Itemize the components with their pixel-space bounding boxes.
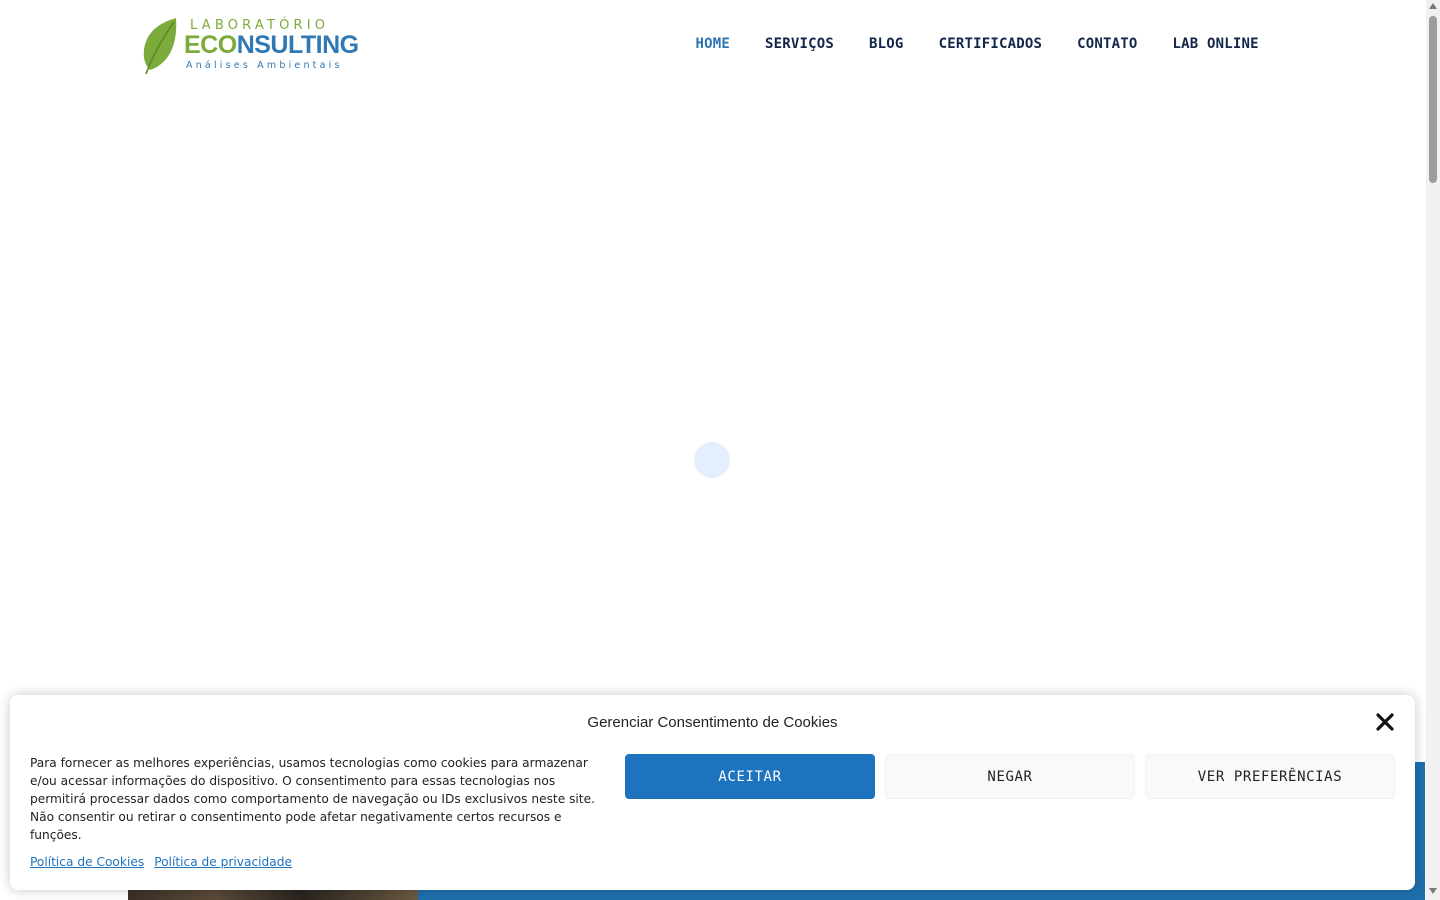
page-scrollbar[interactable] xyxy=(1426,0,1440,900)
leaf-icon xyxy=(143,18,177,75)
cookie-policy-links: Política de Cookies Política de privacid… xyxy=(30,855,292,869)
scroll-down-arrow-icon[interactable] xyxy=(1429,888,1437,894)
scroll-up-arrow-icon[interactable] xyxy=(1429,3,1437,9)
accept-cookies-button[interactable]: ACEITAR xyxy=(625,754,875,799)
nav-item-home[interactable]: HOME xyxy=(678,36,748,52)
close-icon[interactable] xyxy=(1375,712,1395,732)
logo-nsulting: NSULTING xyxy=(236,31,359,59)
nav-item-servicos[interactable]: SERVIÇOS xyxy=(748,36,852,52)
nav-item-lab-online[interactable]: LAB ONLINE xyxy=(1155,36,1276,52)
nav-item-blog[interactable]: BLOG xyxy=(852,36,922,52)
nav-item-contato[interactable]: CONTATO xyxy=(1060,36,1155,52)
cookie-banner-title: Gerenciar Consentimento de Cookies xyxy=(587,714,838,731)
logo-eco: ECO xyxy=(184,31,237,59)
loading-spinner xyxy=(694,442,730,478)
privacy-policy-link[interactable]: Política de privacidade xyxy=(154,855,292,869)
site-header: LABORATÓRIO ECONSULTING Análises Ambient… xyxy=(0,0,1426,90)
nav-item-certificados[interactable]: CERTIFICADOS xyxy=(921,36,1060,52)
cookie-banner-text: Para fornecer as melhores experiências, … xyxy=(30,756,595,842)
main-nav: HOME SERVIÇOS BLOG CERTIFICADOS CONTATO … xyxy=(678,36,1276,52)
scrollbar-thumb[interactable] xyxy=(1429,16,1437,183)
site-logo[interactable]: LABORATÓRIO ECONSULTING Análises Ambient… xyxy=(140,14,359,76)
logo-tagline: Análises Ambientais xyxy=(186,60,343,71)
deny-cookies-button[interactable]: NEGAR xyxy=(885,754,1135,799)
cookie-policy-link[interactable]: Política de Cookies xyxy=(30,855,144,869)
view-preferences-button[interactable]: VER PREFERÊNCIAS xyxy=(1145,754,1395,799)
logo-wordmark: ECONSULTING xyxy=(184,31,359,60)
cookie-consent-banner: Gerenciar Consentimento de Cookies Para … xyxy=(10,695,1415,890)
